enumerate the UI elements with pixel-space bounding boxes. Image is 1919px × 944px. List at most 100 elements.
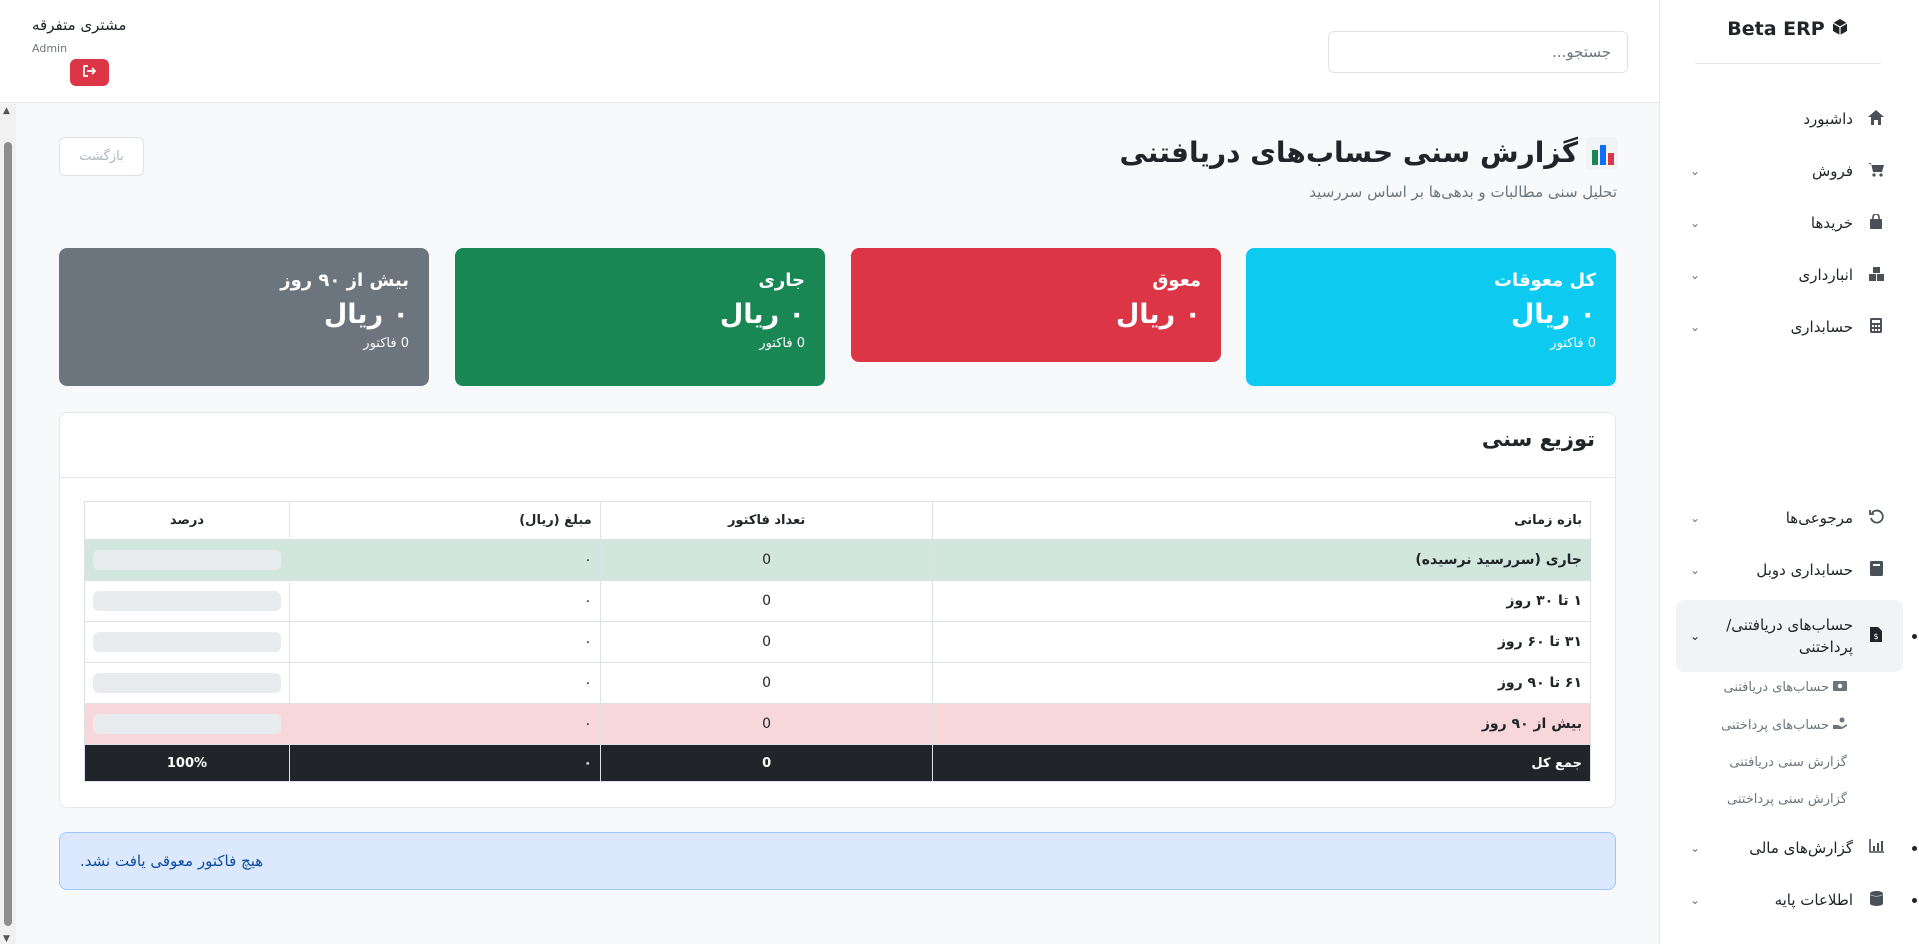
money-icon [1833,680,1847,695]
amount-cell: ۰ [288,580,601,622]
card-amount: ۰ ریال [1115,299,1201,330]
sidebar-item-label: انبارداری [1798,266,1853,284]
sidebar-subitem-label: حساب‌های دریافتنی [1723,680,1830,695]
amount-cell: ۰ [288,539,601,581]
card-current: جاری ۰ ریال 0 فاکتور [455,248,825,386]
sidebar-subitem-label: گزارش سنی پرداختنی [1727,792,1847,807]
percent-cell [84,580,290,622]
card-total-overdue: کل معوقات ۰ ریال 0 فاکتور [1246,248,1616,386]
card-amount: ۰ ریال [323,299,409,330]
undo-icon [1865,509,1887,528]
period-cell: ۱ تا ۳۰ روز [932,580,1591,622]
card-count: 0 فاکتور [759,336,805,351]
sidebar-subitem-payables-aging[interactable]: گزارش سنی پرداختنی [1727,792,1847,807]
table-header-row: بازه زمانی تعداد فاکتور مبلغ (ریال) درصد [84,501,1591,540]
sidebar-item-label: اطلاعات پایه [1774,891,1853,909]
sidebar-item-label: مرجوعی‌ها [1785,509,1853,527]
chevron-down-icon: ⌄ [1690,268,1701,282]
sidebar-subitem-payables[interactable]: حساب‌های پرداختنی [1721,717,1847,733]
cube-icon [1831,18,1849,41]
percent-progress-bar [93,550,281,570]
column-header: مبلغ (ریال) [288,501,601,540]
sidebar-subitem-label: حساب‌های پرداختنی [1721,717,1829,733]
period-cell: ۳۱ تا ۶۰ روز [932,621,1591,663]
logout-button[interactable] [70,59,109,86]
count-cell: 0 [599,539,934,581]
user-role: Admin [32,42,68,55]
page-title-text: گزارش سنی حساب‌های دریافتنی [1119,136,1578,169]
card-overdue: معوق ۰ ریال [851,248,1221,362]
bar-chart-icon [1586,136,1618,169]
sidebar-subitem-receivables[interactable]: حساب‌های دریافتنی [1723,680,1847,695]
total-percent-cell: 100% [84,744,290,782]
sidebar-item-base-data[interactable]: اطلاعات پایه ⌄ [1676,880,1917,920]
back-button[interactable]: بازگشت [59,137,144,176]
card-over-90-days: بیش از ۹۰ روز ۰ ریال 0 فاکتور [59,248,429,386]
count-cell: 0 [599,580,934,622]
count-cell: 0 [599,703,934,745]
sidebar-item-warehouse[interactable]: انبارداری ⌄ [1676,255,1903,295]
sidebar-item-label: گزارش‌های مالی [1749,839,1853,857]
amount-cell: ۰ [288,703,601,745]
sidebar-item-label: داشبورد [1803,110,1853,128]
scroll-down-arrow-icon[interactable]: ▼ [3,934,10,944]
brand[interactable]: Beta ERP [1695,16,1881,64]
age-distribution-panel: توزیع سنی بازه زمانی تعداد فاکتور مبلغ (… [59,412,1616,808]
page-title: گزارش سنی حساب‌های دریافتنی [1119,136,1618,169]
sidebar-item-accounting[interactable]: حسابداری ⌄ [1676,307,1903,347]
chevron-down-icon: ⌄ [1690,320,1701,334]
total-label-cell: جمع کل [932,744,1591,782]
sidebar-subitem-receivables-aging[interactable]: گزارش سنی دریافتنی [1729,755,1847,770]
age-distribution-table: بازه زمانی تعداد فاکتور مبلغ (ریال) درصد… [84,501,1591,782]
amount-cell: ۰ [288,662,601,704]
percent-progress-bar [93,632,281,652]
panel-title: توزیع سنی [60,413,1615,478]
sidebar-item-financial-reports[interactable]: گزارش‌های مالی ⌄ [1676,828,1917,868]
sidebar-item-double-entry[interactable]: حسابداری دوبل ⌄ [1676,550,1903,590]
content-scrollbar[interactable]: ▲ ▼ [0,104,16,944]
nav-dot [1912,897,1917,903]
table-row: ۶۱ تا ۹۰ روز 0 ۰ [84,662,1591,704]
chart-icon [1865,839,1887,857]
svg-text:$: $ [1873,632,1878,641]
count-cell: 0 [599,621,934,663]
info-alert: هیچ فاکتور معوقی یافت نشد. [59,832,1616,890]
column-header: تعداد فاکتور [599,501,934,540]
sidebar-item-label: خریدها [1810,214,1853,232]
column-header: درصد [84,501,290,540]
invoice-dollar-icon: $ [1865,626,1887,646]
book-icon [1865,560,1887,580]
bag-icon [1865,212,1887,233]
period-cell: ۶۱ تا ۹۰ روز [932,662,1591,704]
percent-cell [84,662,290,704]
card-label: کل معوقات [1493,270,1596,291]
cart-icon [1865,162,1887,181]
scroll-up-arrow-icon[interactable]: ▲ [3,106,10,116]
page-subtitle: تحلیل سنی مطالبات و بدهی‌ها بر اساس سررس… [1309,183,1617,201]
percent-progress-bar [93,673,281,693]
sidebar-item-sales[interactable]: فروش ⌄ [1676,151,1903,191]
sidebar-item-label: حسابداری [1790,318,1853,336]
sidebar-item-label: حساب‌های دریافتنی/ پرداختنی [1726,615,1853,657]
hand-money-icon [1833,717,1847,733]
sidebar-item-purchases[interactable]: خریدها ⌄ [1676,203,1903,243]
sidebar-item-receivables-payables[interactable]: $ حساب‌های دریافتنی/ پرداختنی ⌄ [1676,600,1917,672]
chevron-down-icon: ⌄ [1690,563,1701,577]
sign-out-icon [82,65,97,80]
percent-cell [84,621,290,663]
card-amount: ۰ ریال [719,299,805,330]
percent-cell [84,703,290,745]
card-label: بیش از ۹۰ روز [280,270,409,291]
top-header: مشتری متفرقه Admin [0,0,1659,103]
calculator-icon [1865,317,1887,337]
home-icon [1865,109,1887,129]
scroll-thumb[interactable] [4,142,12,926]
search-input[interactable] [1328,31,1628,73]
sidebar-item-returns[interactable]: مرجوعی‌ها ⌄ [1676,498,1903,538]
chevron-down-icon: ⌄ [1690,841,1701,855]
database-icon [1865,890,1887,910]
chevron-down-icon: ⌄ [1690,216,1701,230]
sidebar-subitem-label: گزارش سنی دریافتنی [1729,755,1847,770]
card-label: جاری [758,270,805,291]
sidebar-item-dashboard[interactable]: داشبورد [1676,99,1903,139]
